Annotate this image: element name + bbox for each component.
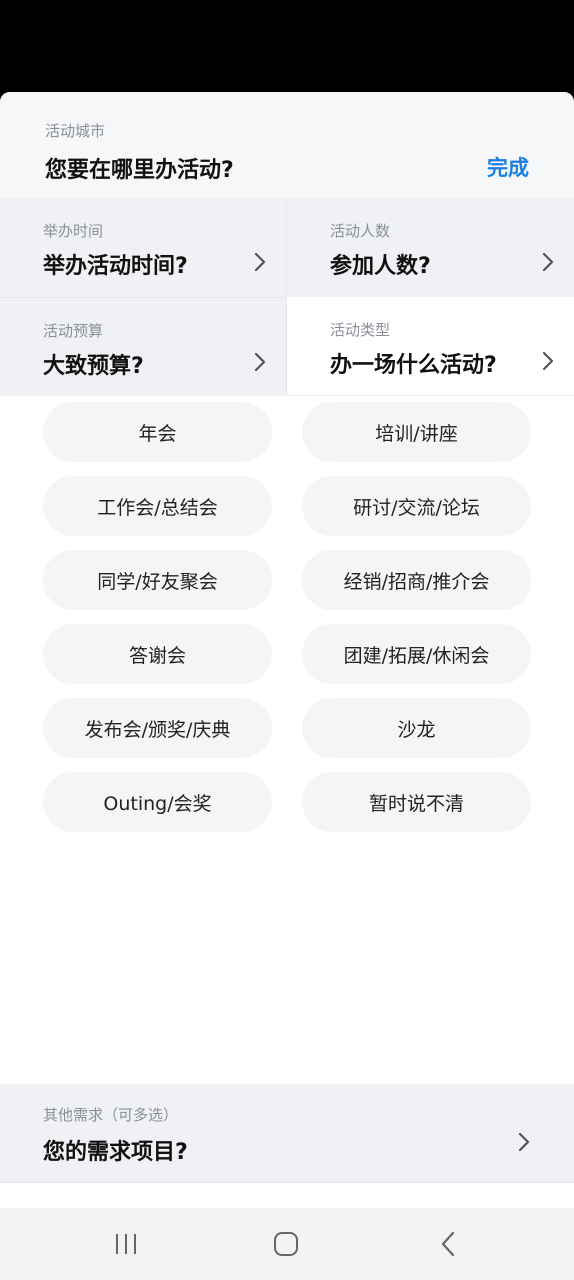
event-type-option[interactable]: 工作会/总结会 (43, 476, 272, 536)
city-section[interactable]: 活动城市 您要在哪里办活动? 完成 (0, 92, 574, 198)
event-type-option[interactable]: 暂时说不清 (302, 772, 531, 832)
field-attendees-label: 活动人数 (330, 222, 391, 240)
event-type-option[interactable]: 培训/讲座 (302, 402, 531, 462)
event-type-option[interactable]: 研讨/交流/论坛 (302, 476, 531, 536)
field-event-type-label: 活动类型 (330, 321, 391, 339)
done-button[interactable]: 完成 (487, 152, 529, 182)
field-event-type-prompt: 办一场什么活动? (330, 353, 497, 378)
field-attendees[interactable]: 活动人数 参加人数? (287, 198, 574, 297)
chevron-right-icon (542, 252, 554, 272)
event-type-option[interactable]: 答谢会 (43, 624, 272, 684)
recents-button[interactable] (106, 1226, 146, 1262)
home-button[interactable] (266, 1226, 306, 1262)
other-needs-label: 其他需求（可多选） (43, 1106, 179, 1124)
city-prompt: 您要在哪里办活动? (45, 158, 234, 183)
field-attendees-prompt: 参加人数? (330, 254, 431, 279)
chevron-right-icon (254, 352, 266, 372)
other-needs-prompt: 您的需求项目? (43, 1140, 188, 1165)
event-type-option[interactable]: 团建/拓展/休闲会 (302, 624, 531, 684)
field-budget[interactable]: 活动预算 大致预算? (0, 297, 287, 396)
field-time[interactable]: 举办时间 举办活动时间? (0, 198, 287, 297)
field-time-label: 举办时间 (43, 222, 104, 240)
other-needs-field[interactable]: 其他需求（可多选） 您的需求项目? (0, 1084, 574, 1183)
event-type-option[interactable]: Outing/会奖 (43, 772, 272, 832)
back-button[interactable] (428, 1226, 468, 1262)
recents-icon (116, 1234, 136, 1254)
field-event-type[interactable]: 活动类型 办一场什么活动? (287, 297, 574, 396)
city-label: 活动城市 (45, 122, 106, 140)
chevron-right-icon (542, 351, 554, 371)
field-grid: 举办时间 举办活动时间? 活动人数 参加人数? 活动预算 大致预算? 活动类型 … (0, 198, 574, 396)
event-type-option[interactable]: 同学/好友聚会 (43, 550, 272, 610)
system-nav-bar (0, 1208, 574, 1280)
event-type-option[interactable]: 年会 (43, 402, 272, 462)
back-icon (441, 1231, 455, 1257)
field-time-prompt: 举办活动时间? (43, 254, 188, 279)
chevron-right-icon (518, 1132, 530, 1152)
event-type-option[interactable]: 经销/招商/推介会 (302, 550, 531, 610)
chevron-right-icon (254, 252, 266, 272)
event-type-option[interactable]: 沙龙 (302, 698, 531, 758)
event-type-option[interactable]: 发布会/颁奖/庆典 (43, 698, 272, 758)
home-icon (274, 1232, 298, 1256)
event-requirements-sheet: 活动城市 您要在哪里办活动? 完成 举办时间 举办活动时间? 活动人数 参加人数… (0, 92, 574, 1280)
field-budget-prompt: 大致预算? (43, 354, 144, 379)
field-budget-label: 活动预算 (43, 322, 104, 340)
status-bar (0, 0, 574, 92)
